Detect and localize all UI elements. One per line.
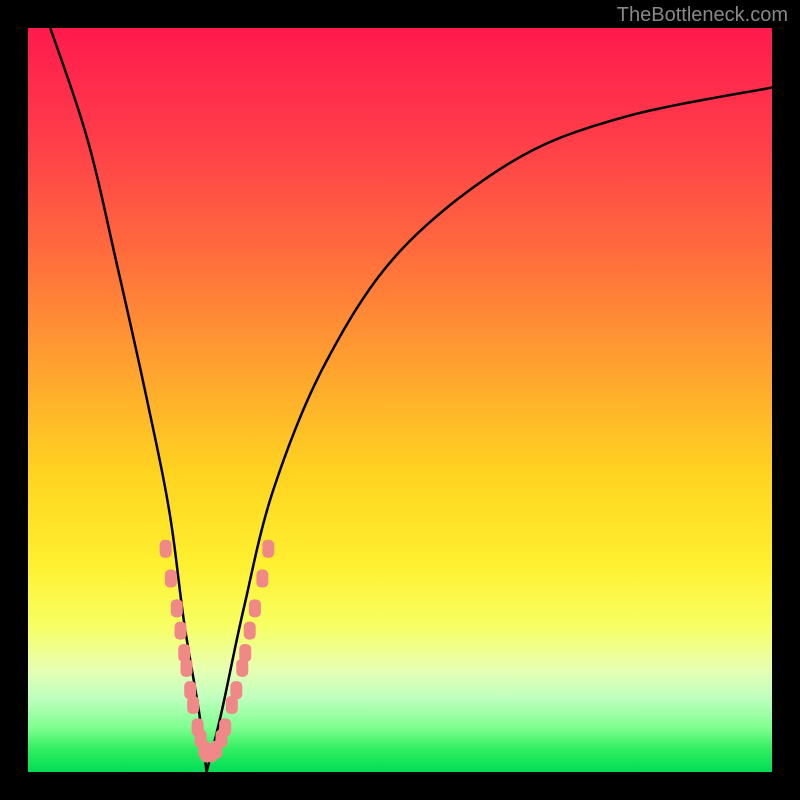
data-point (244, 622, 256, 640)
data-point (249, 599, 261, 617)
data-point (262, 540, 274, 558)
data-points-layer (28, 28, 772, 772)
data-point (160, 540, 172, 558)
data-point (171, 599, 183, 617)
data-point (256, 570, 268, 588)
watermark-text: TheBottleneck.com (617, 4, 788, 27)
data-point (165, 570, 177, 588)
data-point (187, 696, 199, 714)
data-point (239, 644, 251, 662)
data-point (219, 718, 231, 736)
data-points-group (160, 540, 275, 763)
data-point (180, 659, 192, 677)
chart-container (28, 28, 772, 772)
data-point (175, 622, 187, 640)
data-point (230, 681, 242, 699)
